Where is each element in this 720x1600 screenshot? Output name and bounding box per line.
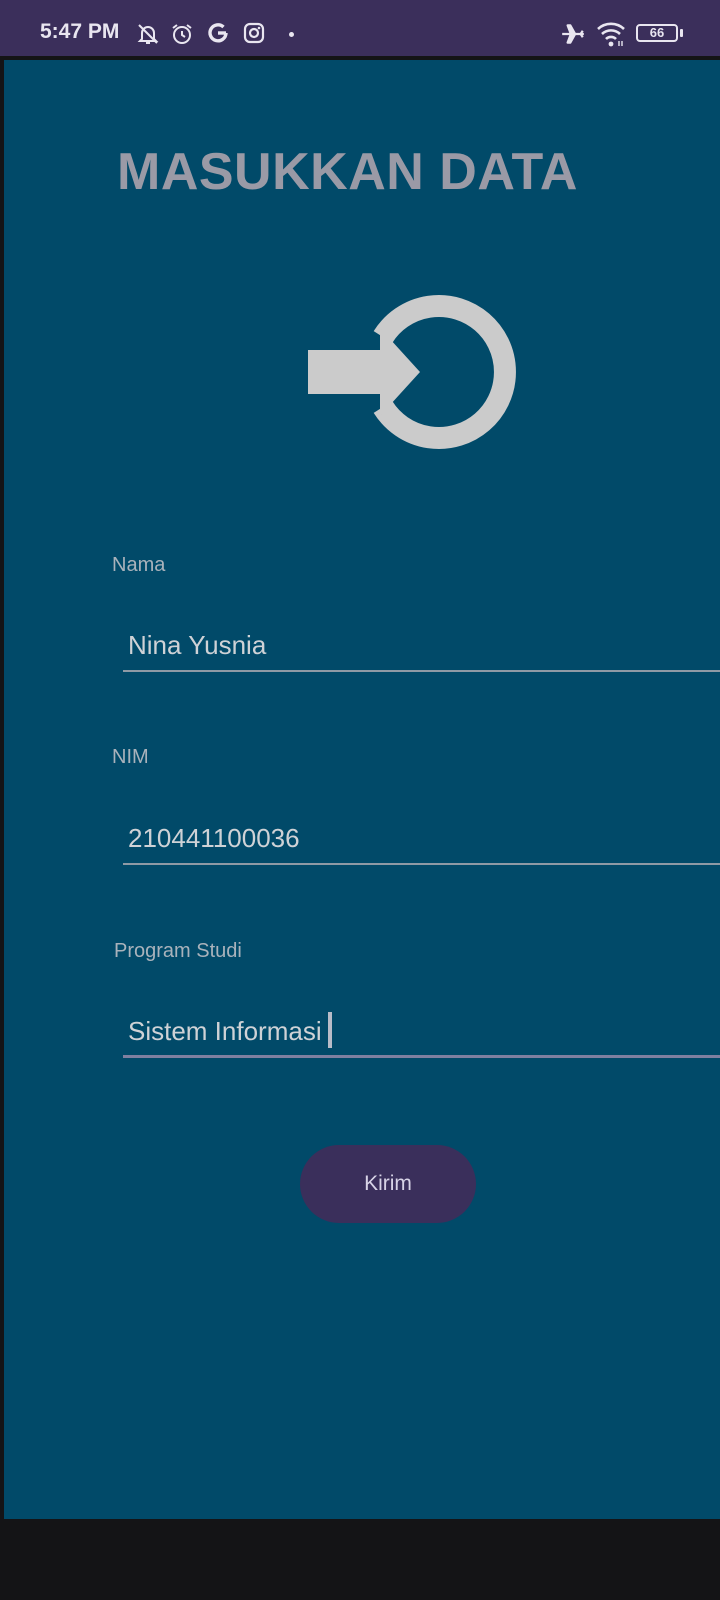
nim-field[interactable]: 210441100036	[123, 813, 720, 865]
notifications-off-icon	[137, 24, 159, 44]
battery-level: 66	[649, 25, 665, 40]
alarm-icon	[172, 24, 192, 44]
wifi-icon	[597, 22, 625, 47]
page-title: MASUKKAN DATA	[117, 143, 578, 201]
nim-value: 210441100036	[128, 823, 300, 853]
status-bar: 5:47 PM 66	[0, 0, 720, 56]
program-studi-value: Sistem Informasi	[128, 1016, 322, 1046]
airplane-mode-icon	[562, 24, 584, 44]
nama-value: Nina Yusnia	[128, 630, 267, 660]
status-time: 5:47 PM	[40, 20, 120, 43]
google-icon	[208, 23, 228, 43]
navigation-bar	[0, 1519, 720, 1600]
dot-icon	[289, 32, 294, 37]
program-studi-field[interactable]: Sistem Informasi	[123, 1006, 720, 1058]
kirim-button[interactable]: Kirim	[300, 1145, 476, 1223]
instagram-icon	[243, 22, 265, 44]
text-cursor	[327, 1012, 332, 1049]
app-screen: MASUKKAN DATA Nama Nina Yusnia NIM 21044…	[4, 60, 720, 1519]
login-icon	[308, 295, 516, 449]
nama-label: Nama	[112, 554, 166, 576]
nama-field[interactable]: Nina Yusnia	[123, 620, 720, 672]
battery-tip	[680, 29, 683, 37]
nim-label: NIM	[112, 746, 149, 768]
program-studi-label: Program Studi	[114, 940, 242, 962]
battery-icon: 66	[636, 24, 678, 42]
program-studi-input-content: Sistem Informasi	[123, 1012, 332, 1049]
